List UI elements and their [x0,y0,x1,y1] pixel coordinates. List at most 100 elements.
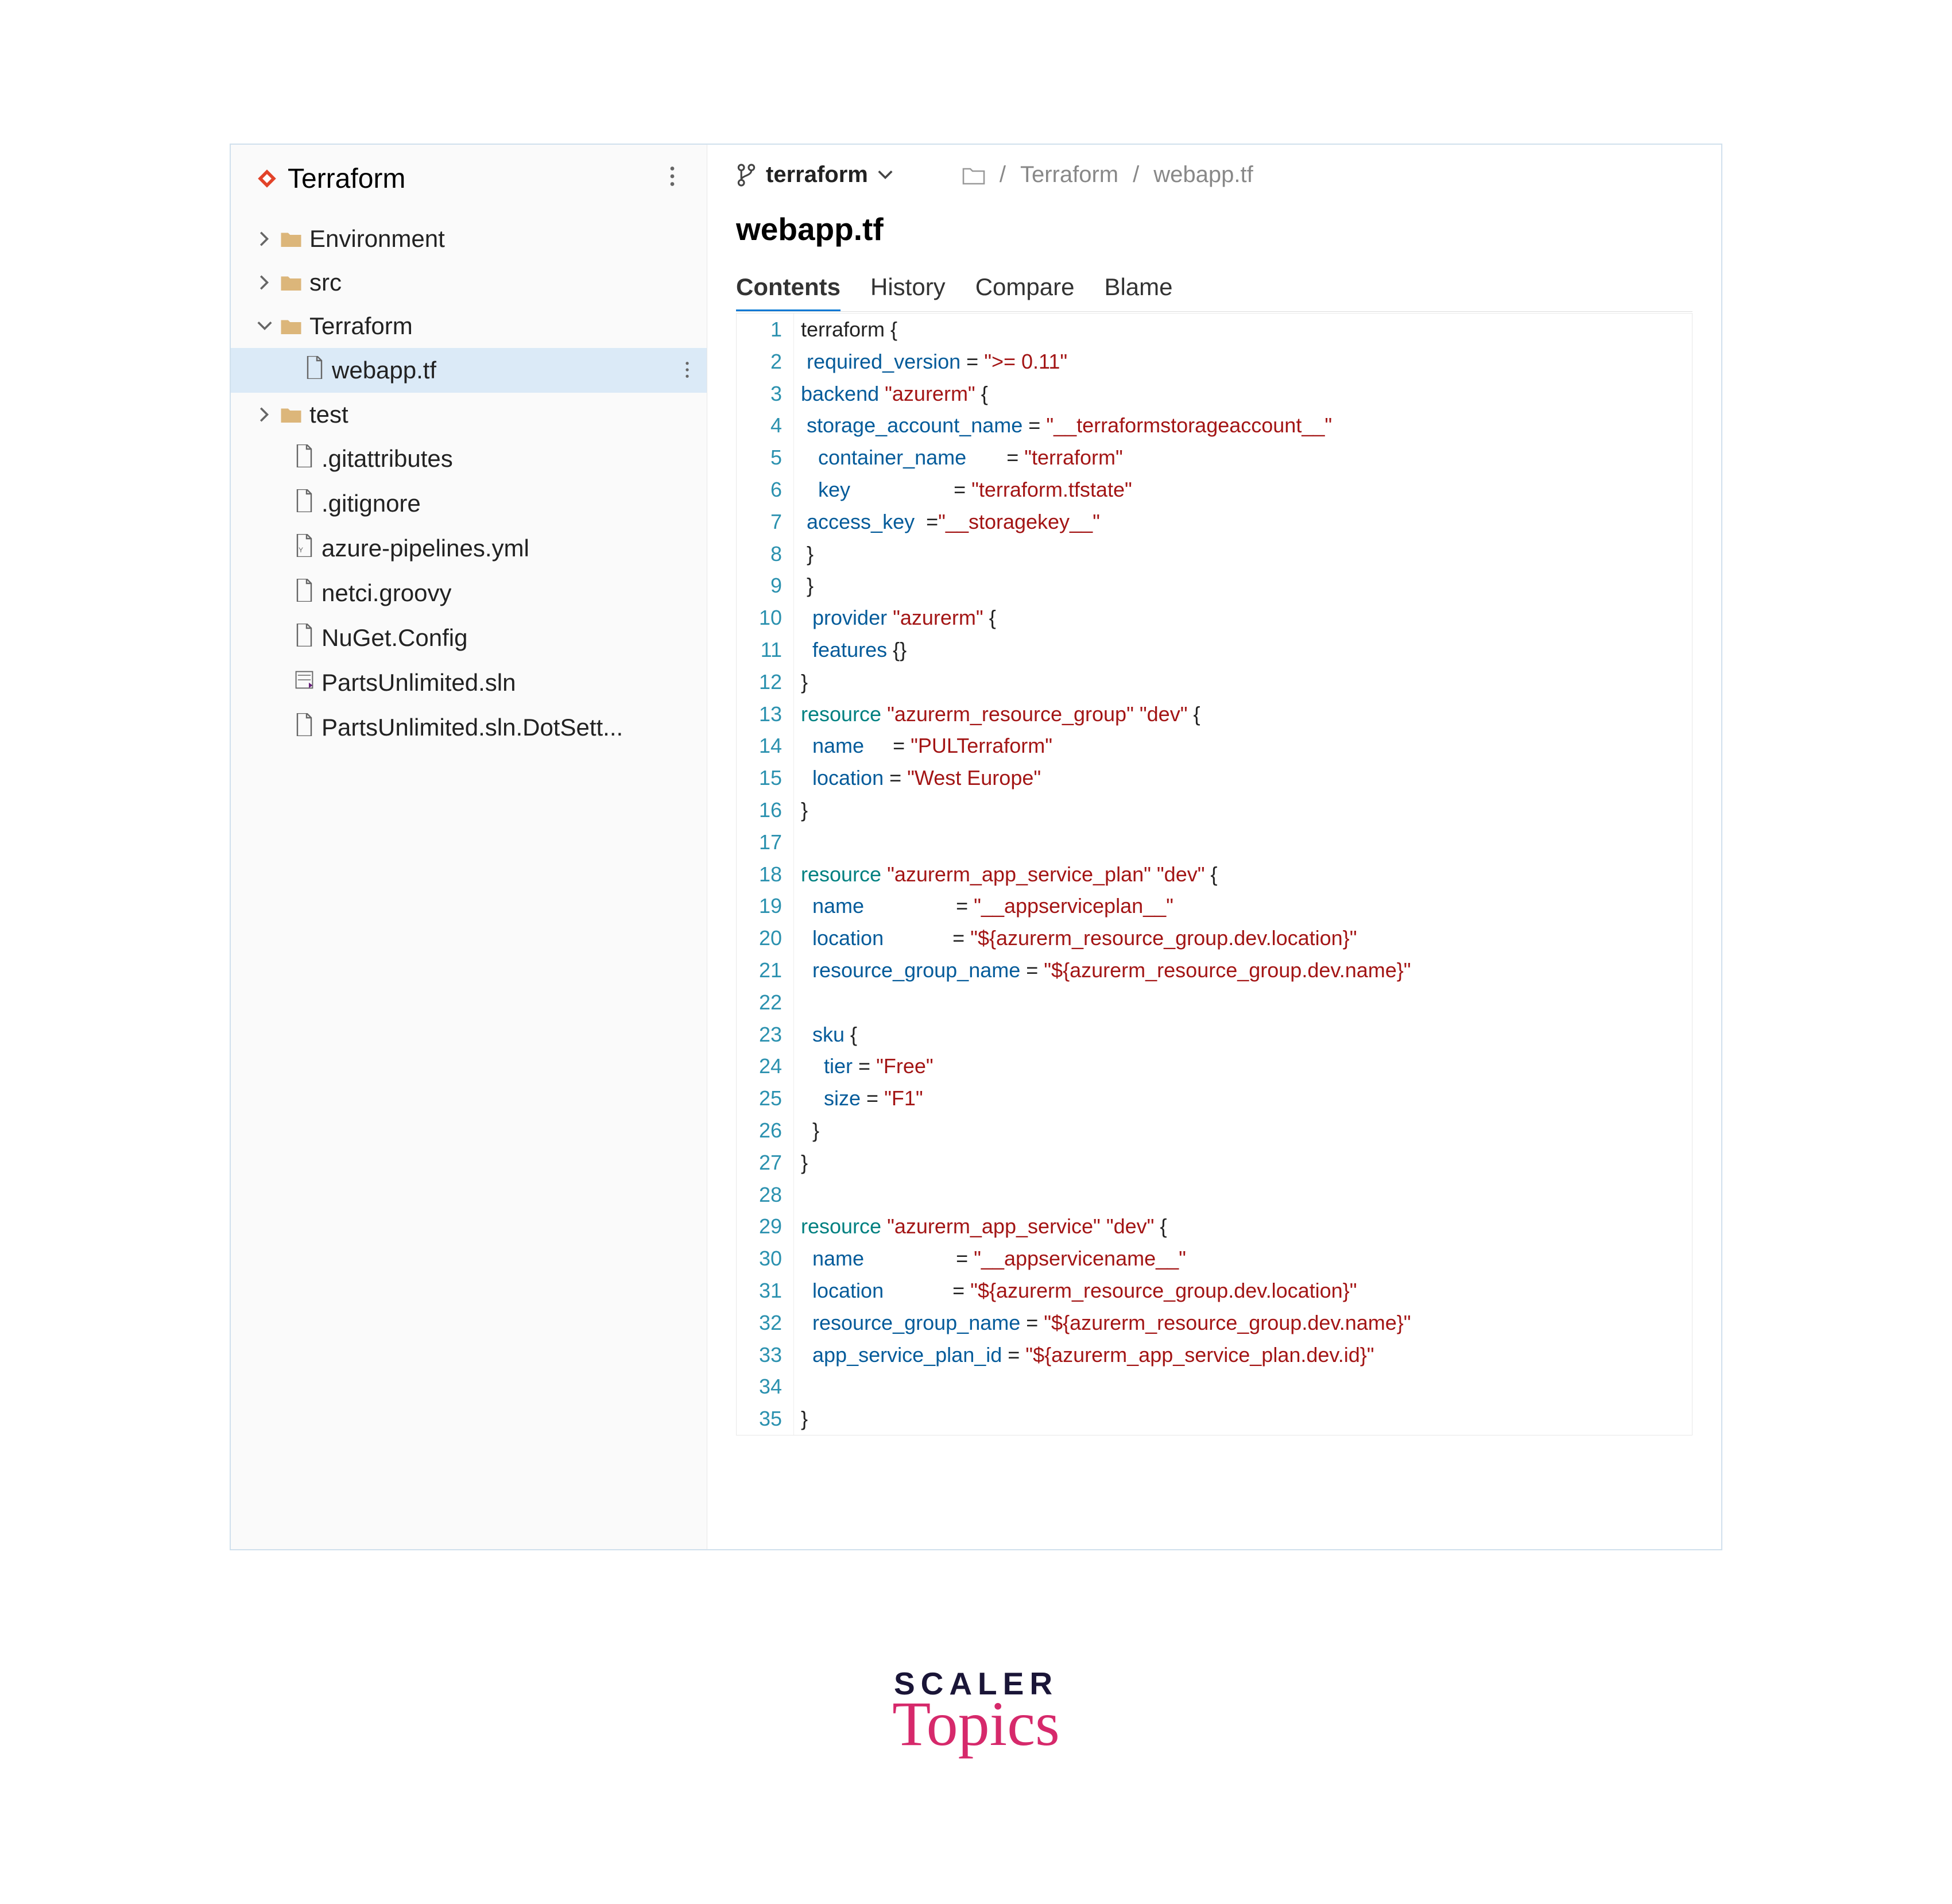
line-content: terraform { [794,314,897,346]
line-number: 2 [737,346,794,378]
item-more-icon[interactable] [673,357,701,384]
code-line: 16} [737,794,1692,826]
file-tree-sidebar: Terraform Environment src Terraform webapp.… [231,145,707,1549]
file-icon [295,624,313,652]
code-line: 34 [737,1371,1692,1403]
folder-icon [281,225,301,253]
line-content [794,826,801,858]
tree-item-webapp-tf[interactable]: webapp.tf [231,348,707,393]
line-number: 9 [737,570,794,602]
tree-item-netci-groovy[interactable]: netci.groovy [231,571,707,616]
code-line: 8 } [737,538,1692,570]
tab-blame[interactable]: Blame [1104,265,1172,311]
line-content: resource_group_name = "${azurerm_resourc… [794,954,1411,986]
code-line: 19 name = "__appserviceplan__" [737,890,1692,922]
tree-item--gitattributes[interactable]: .gitattributes [231,436,707,481]
line-content: resource "azurerm_resource_group" "dev" … [794,698,1200,730]
line-number: 18 [737,858,794,891]
sidebar-more-icon[interactable] [664,159,681,198]
breadcrumb-folder[interactable]: Terraform [1020,162,1118,188]
footer-line2: Topics [230,1688,1722,1760]
line-number: 35 [737,1403,794,1435]
folder-icon [962,165,985,185]
code-line: 21 resource_group_name = "${azurerm_reso… [737,954,1692,986]
repo-title[interactable]: Terraform [257,163,405,195]
line-number: 6 [737,474,794,506]
tree-item-azure-pipelines-yml[interactable]: Yazure-pipelines.yml [231,526,707,571]
line-content: access_key ="__storagekey__" [794,506,1100,538]
line-content: backend "azurerm" { [794,378,988,410]
code-line: 9 } [737,570,1692,602]
tree-item-label: Environment [309,225,445,253]
tab-compare[interactable]: Compare [975,265,1075,311]
line-content: resource_group_name = "${azurerm_resourc… [794,1307,1411,1339]
code-line: 32 resource_group_name = "${azurerm_reso… [737,1307,1692,1339]
line-number: 7 [737,506,794,538]
line-content [794,1371,801,1403]
code-line: 27} [737,1147,1692,1179]
code-line: 26 } [737,1114,1692,1147]
code-line: 23 sku { [737,1019,1692,1051]
tree-item-partsunlimited-sln[interactable]: PartsUnlimited.sln [231,660,707,705]
tree-item-nuget-config[interactable]: NuGet.Config [231,616,707,660]
footer-logo: SCALER Topics [230,1665,1722,1760]
code-line: 28 [737,1179,1692,1211]
line-number: 20 [737,922,794,954]
tree-item-label: webapp.tf [332,357,436,384]
tree-item-label: PartsUnlimited.sln.DotSett... [322,714,623,741]
line-content: name = "__appserviceplan__" [794,890,1173,922]
file-icon: Y [295,534,313,563]
line-number: 10 [737,602,794,634]
code-line: 25 size = "F1" [737,1082,1692,1114]
line-number: 11 [737,634,794,666]
line-content: sku { [794,1019,857,1051]
line-number: 31 [737,1275,794,1307]
line-content: app_service_plan_id = "${azurerm_app_ser… [794,1339,1374,1371]
tab-history[interactable]: History [870,265,946,311]
tree-item-label: Terraform [309,312,413,340]
tree-item-terraform[interactable]: Terraform [231,304,707,348]
folder-icon [281,312,301,340]
line-number: 25 [737,1082,794,1114]
chevron-icon [257,274,273,291]
line-number: 19 [737,890,794,922]
tree-item-environment[interactable]: Environment [231,217,707,261]
code-line: 5 container_name = "terraform" [737,442,1692,474]
code-line: 18resource "azurerm_app_service_plan" "d… [737,858,1692,891]
branch-selector[interactable]: terraform [736,162,893,188]
code-line: 30 name = "__appservicename__" [737,1243,1692,1275]
tree-item-label: PartsUnlimited.sln [322,669,516,696]
tree-item-label: NuGet.Config [322,624,467,652]
file-icon [295,579,313,607]
tree-item-test[interactable]: test [231,393,707,436]
code-line: 20 location = "${azurerm_resource_group.… [737,922,1692,954]
code-line: 33 app_service_plan_id = "${azurerm_app_… [737,1339,1692,1371]
code-line: 4 storage_account_name = "__terraformsto… [737,409,1692,442]
line-content: container_name = "terraform" [794,442,1123,474]
line-content: features {} [794,634,907,666]
file-tabs: Contents History Compare Blame [736,265,1692,312]
line-number: 34 [737,1371,794,1403]
code-viewer[interactable]: 1terraform {2 required_version = ">= 0.1… [736,313,1692,1435]
tree-item-src[interactable]: src [231,261,707,304]
repo-title-text: Terraform [288,163,405,195]
tab-contents[interactable]: Contents [736,265,841,311]
line-content: } [794,666,808,698]
line-number: 30 [737,1243,794,1275]
code-line: 6 key = "terraform.tfstate" [737,474,1692,506]
tree-item-label: src [309,269,342,296]
line-content: resource "azurerm_app_service_plan" "dev… [794,858,1218,891]
file-tree: EnvironmentsrcTerraformwebapp.tftest.git… [231,212,707,754]
code-line: 2 required_version = ">= 0.11" [737,346,1692,378]
line-content: name = "PULTerraform" [794,730,1052,762]
code-line: 12} [737,666,1692,698]
line-content: provider "azurerm" { [794,602,996,634]
tree-item-partsunlimited-sln-dotsett-[interactable]: PartsUnlimited.sln.DotSett... [231,705,707,750]
line-number: 4 [737,409,794,442]
breadcrumb-file[interactable]: webapp.tf [1153,162,1253,188]
tree-item--gitignore[interactable]: .gitignore [231,481,707,526]
line-number: 3 [737,378,794,410]
line-number: 17 [737,826,794,858]
chevron-down-icon [877,170,893,180]
code-line: 7 access_key ="__storagekey__" [737,506,1692,538]
